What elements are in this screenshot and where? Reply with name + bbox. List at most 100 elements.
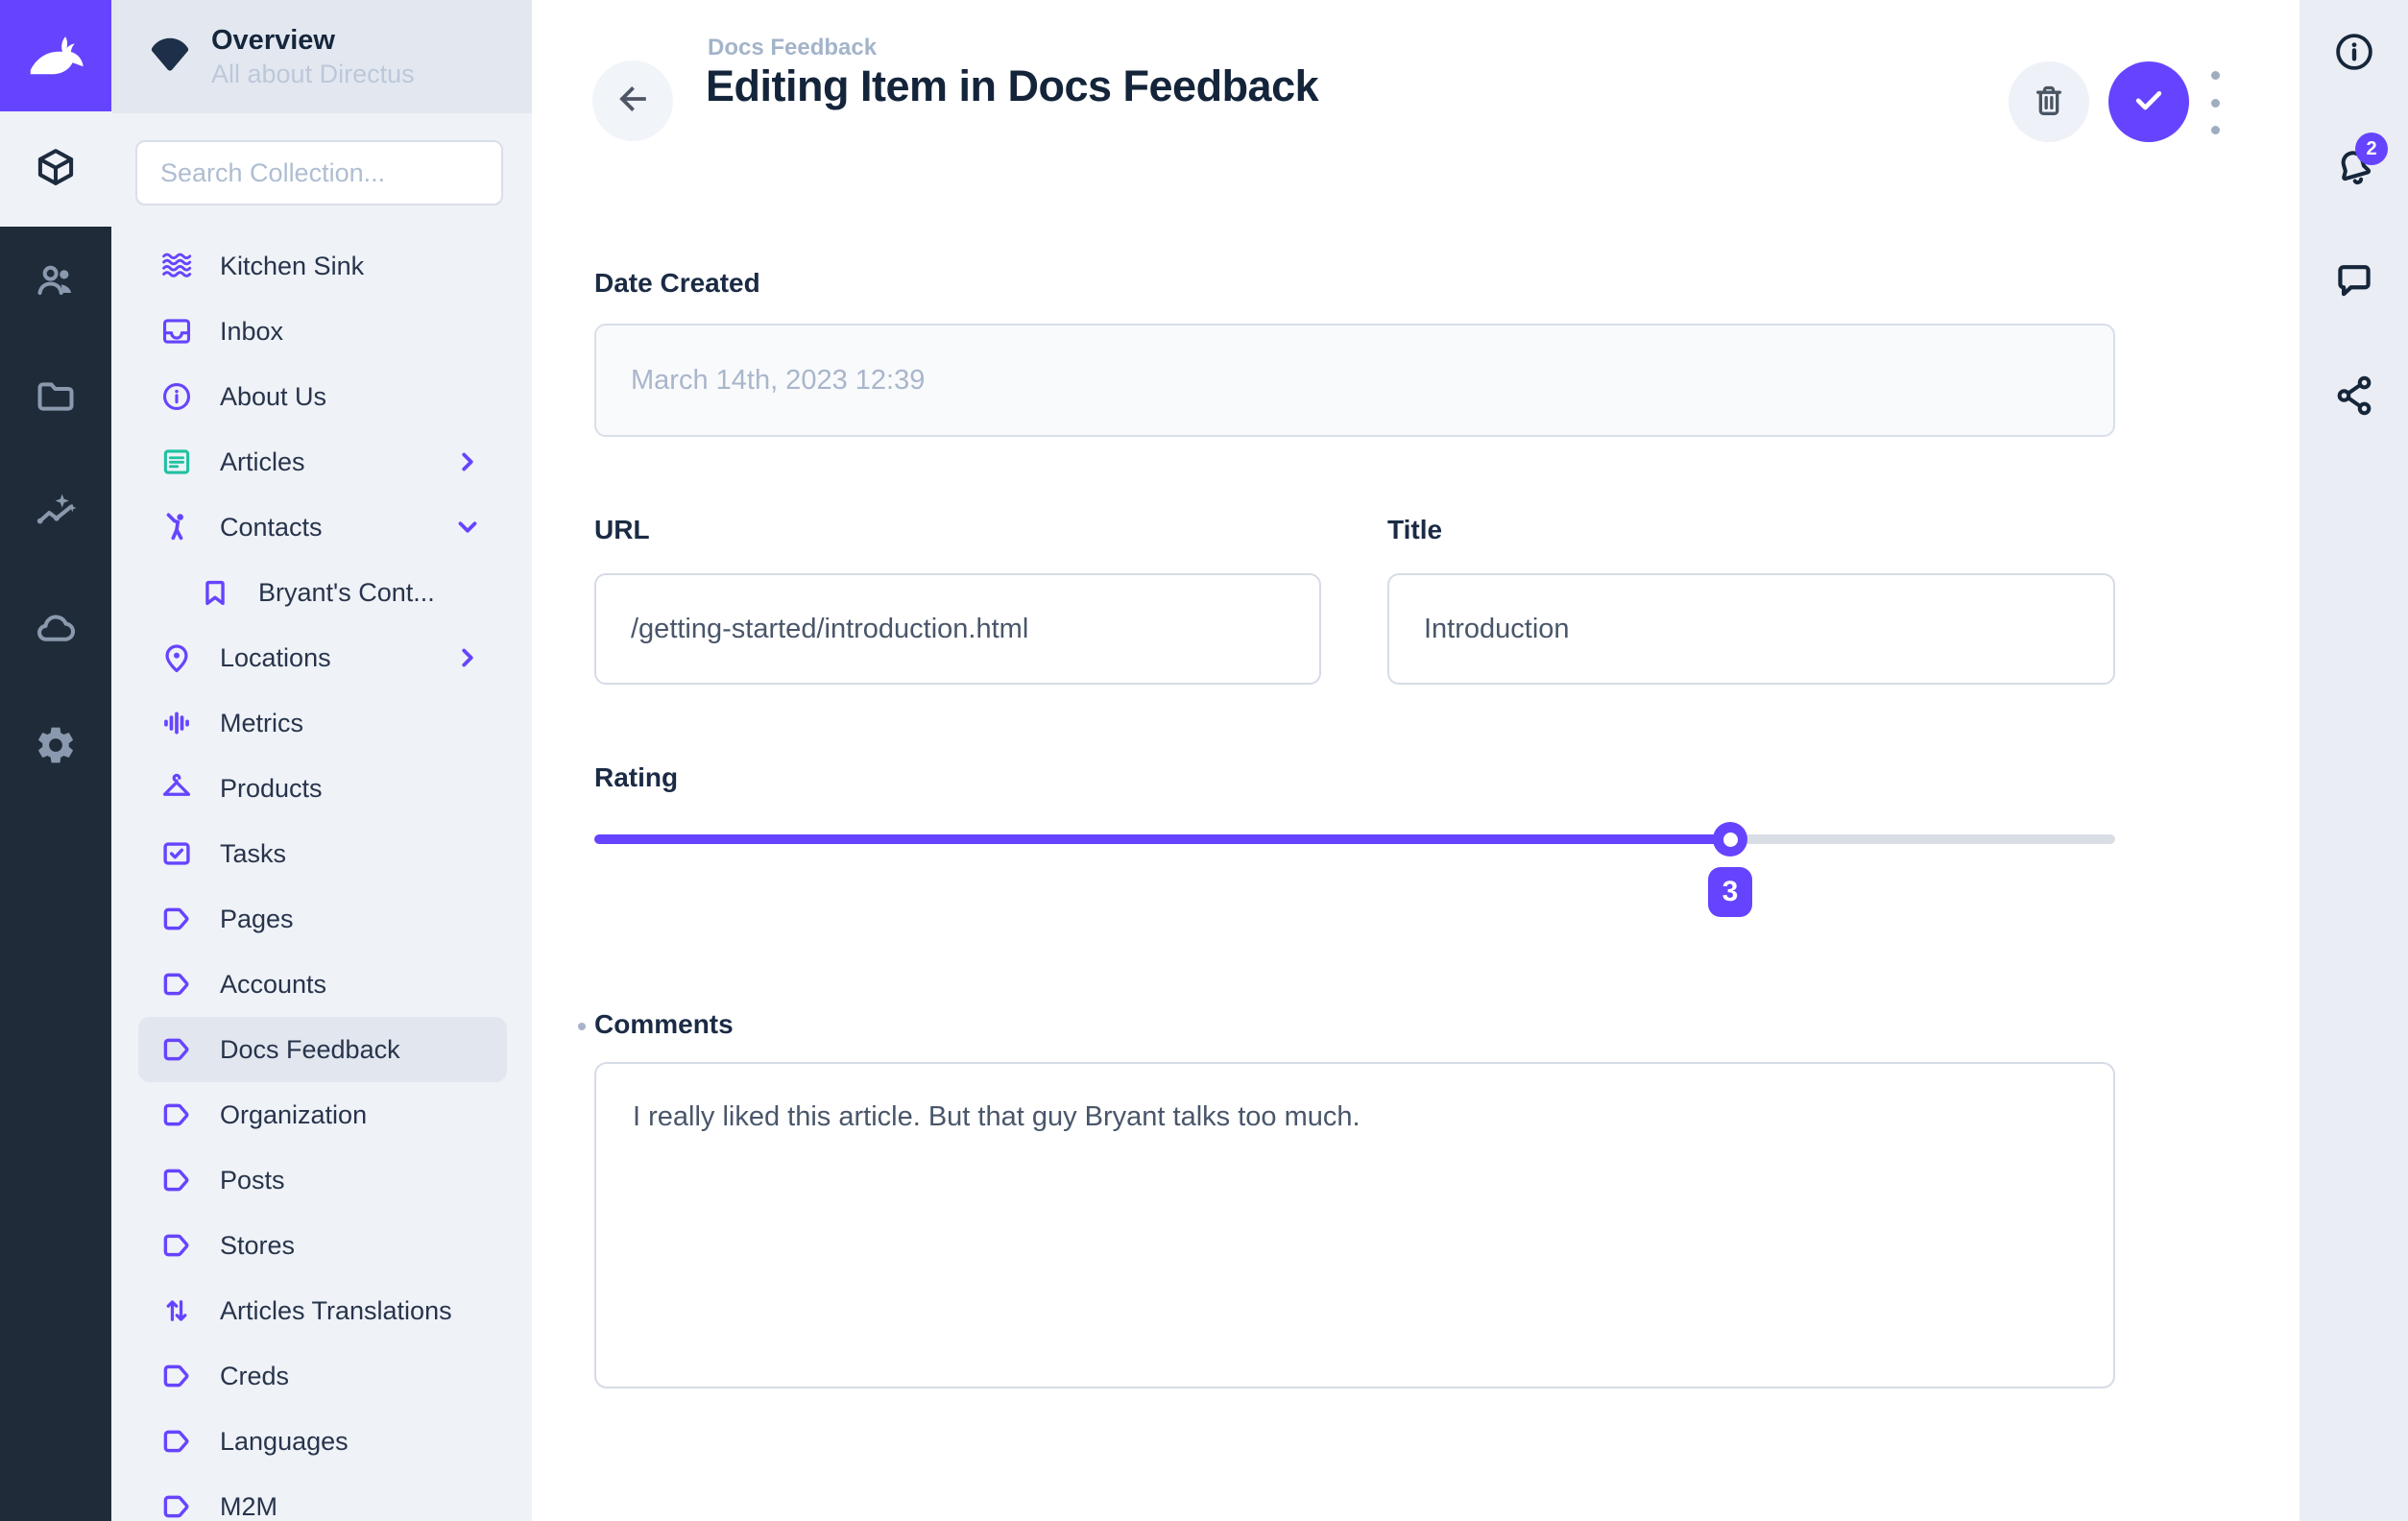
- cloud-module-button[interactable]: [0, 573, 111, 689]
- comments-panel-button[interactable]: [2300, 238, 2408, 326]
- sidebar-item-label: Kitchen Sink: [220, 252, 364, 281]
- right-toolbar: 2: [2300, 0, 2408, 1521]
- sidebar-item-tasks[interactable]: Tasks: [138, 821, 507, 886]
- rating-slider-track[interactable]: 3: [594, 834, 2115, 844]
- cloud-icon: [34, 607, 78, 656]
- sidebar-item-label: Articles: [220, 447, 305, 477]
- rating-label: Rating: [594, 762, 678, 793]
- rabbit-logo-icon: [20, 18, 91, 94]
- settings-module-button[interactable]: [0, 689, 111, 806]
- label-icon: [160, 903, 193, 935]
- url-label: URL: [594, 515, 650, 545]
- url-input[interactable]: [594, 573, 1321, 685]
- hanger-icon: [160, 772, 193, 805]
- bookmark-icon: [199, 576, 231, 609]
- collections-sidebar: Overview All about Directus Kitchen Sink…: [111, 0, 532, 1521]
- sidebar-item-languages[interactable]: Languages: [138, 1409, 507, 1474]
- delete-button[interactable]: [2009, 61, 2089, 142]
- sidebar-item-inbox[interactable]: Inbox: [138, 299, 507, 364]
- info-icon: [160, 380, 193, 413]
- share-button[interactable]: [2300, 353, 2408, 442]
- files-module-button[interactable]: [0, 341, 111, 457]
- sidebar-item-label: Tasks: [220, 839, 286, 869]
- notifications-button[interactable]: 2: [2300, 125, 2408, 213]
- rating-slider-handle[interactable]: [1713, 822, 1747, 857]
- sidebar-item-label: Inbox: [220, 317, 283, 347]
- sidebar-item-docs-feedback[interactable]: Docs Feedback: [138, 1017, 507, 1082]
- sidebar-item-label: Docs Feedback: [220, 1035, 400, 1065]
- title-input[interactable]: [1387, 573, 2115, 685]
- sidebar-item-products[interactable]: Products: [138, 756, 507, 821]
- gear-icon: [34, 723, 78, 772]
- collection-search-input[interactable]: [137, 142, 501, 204]
- save-button[interactable]: [2108, 61, 2189, 142]
- sidebar-item-label: Creds: [220, 1362, 289, 1391]
- article-icon: [160, 446, 193, 478]
- more-options-button[interactable]: [2206, 71, 2224, 134]
- sidebar-item-label: Locations: [220, 643, 331, 673]
- sidebar-item-label: Stores: [220, 1231, 295, 1261]
- sidebar-item-stores[interactable]: Stores: [138, 1213, 507, 1278]
- sidebar-item-metrics[interactable]: Metrics: [138, 690, 507, 756]
- sidebar-item-label: Metrics: [220, 709, 303, 738]
- project-subtitle: All about Directus: [211, 60, 415, 89]
- sidebar-item-label: Posts: [220, 1166, 285, 1195]
- sidebar-item-label: M2M: [220, 1492, 277, 1521]
- item-info-button[interactable]: [2300, 10, 2408, 98]
- sidebar-item-about-us[interactable]: About Us: [138, 364, 507, 429]
- task-icon: [160, 837, 193, 870]
- waves-icon: [160, 250, 193, 282]
- chevron-down-icon[interactable]: [453, 513, 482, 542]
- sidebar-item-label: About Us: [220, 382, 326, 412]
- comments-textarea[interactable]: I really liked this article. But that gu…: [594, 1062, 2115, 1388]
- cube-icon: [34, 145, 78, 194]
- breadcrumb[interactable]: Docs Feedback: [708, 35, 877, 61]
- chevron-right-icon[interactable]: [453, 447, 482, 476]
- project-title: Overview: [211, 25, 415, 57]
- label-icon: [160, 1425, 193, 1458]
- sidebar-item-contacts[interactable]: Contacts: [138, 495, 507, 560]
- pin-icon: [160, 641, 193, 674]
- content-module-button[interactable]: [0, 111, 111, 227]
- insights-icon: [34, 491, 78, 540]
- collection-search: [135, 140, 503, 205]
- chevron-right-icon[interactable]: [453, 643, 482, 672]
- sidebar-item-articles-translations[interactable]: Articles Translations: [138, 1278, 507, 1343]
- sidebar-item-posts[interactable]: Posts: [138, 1147, 507, 1213]
- sidebar-item-articles[interactable]: Articles: [138, 429, 507, 495]
- main-content: Docs Feedback Editing Item in Docs Feedb…: [532, 0, 2300, 1521]
- module-bar: [0, 0, 111, 1521]
- sidebar-item-locations[interactable]: Locations: [138, 625, 507, 690]
- label-icon: [160, 1360, 193, 1392]
- share-icon: [2332, 374, 2376, 422]
- swap-icon: [160, 1294, 193, 1327]
- label-icon: [160, 1033, 193, 1066]
- sidebar-item-label: Languages: [220, 1427, 349, 1457]
- sidebar-item-pages[interactable]: Pages: [138, 886, 507, 952]
- users-icon: [34, 258, 78, 307]
- sidebar-item-organization[interactable]: Organization: [138, 1082, 507, 1147]
- sidebar-item-label: Contacts: [220, 513, 323, 543]
- users-module-button[interactable]: [0, 225, 111, 341]
- dot: [2211, 71, 2220, 80]
- title-label: Title: [1387, 515, 1442, 545]
- sidebar-item-label: Organization: [220, 1100, 367, 1130]
- sidebar-item-bryant-s-cont[interactable]: Bryant's Cont...: [138, 560, 507, 625]
- info-circle-icon: [2332, 30, 2376, 79]
- sidebar-item-label: Bryant's Cont...: [258, 578, 435, 608]
- sidebar-item-creds[interactable]: Creds: [138, 1343, 507, 1409]
- directus-logo[interactable]: [0, 0, 111, 111]
- back-button[interactable]: [592, 60, 673, 141]
- insights-module-button[interactable]: [0, 457, 111, 573]
- sidebar-item-m2m[interactable]: M2M: [138, 1474, 507, 1521]
- project-header[interactable]: Overview All about Directus: [111, 0, 532, 113]
- dot: [2211, 126, 2220, 134]
- date-created-input[interactable]: [594, 324, 2115, 437]
- comment-icon: [2332, 258, 2376, 307]
- sidebar-item-accounts[interactable]: Accounts: [138, 952, 507, 1017]
- dot: [2211, 99, 2220, 108]
- sidebar-item-kitchen-sink[interactable]: Kitchen Sink: [138, 233, 507, 299]
- label-icon: [160, 1098, 193, 1131]
- sidebar-item-label: Accounts: [220, 970, 326, 1000]
- page-title: Editing Item in Docs Feedback: [706, 61, 1318, 111]
